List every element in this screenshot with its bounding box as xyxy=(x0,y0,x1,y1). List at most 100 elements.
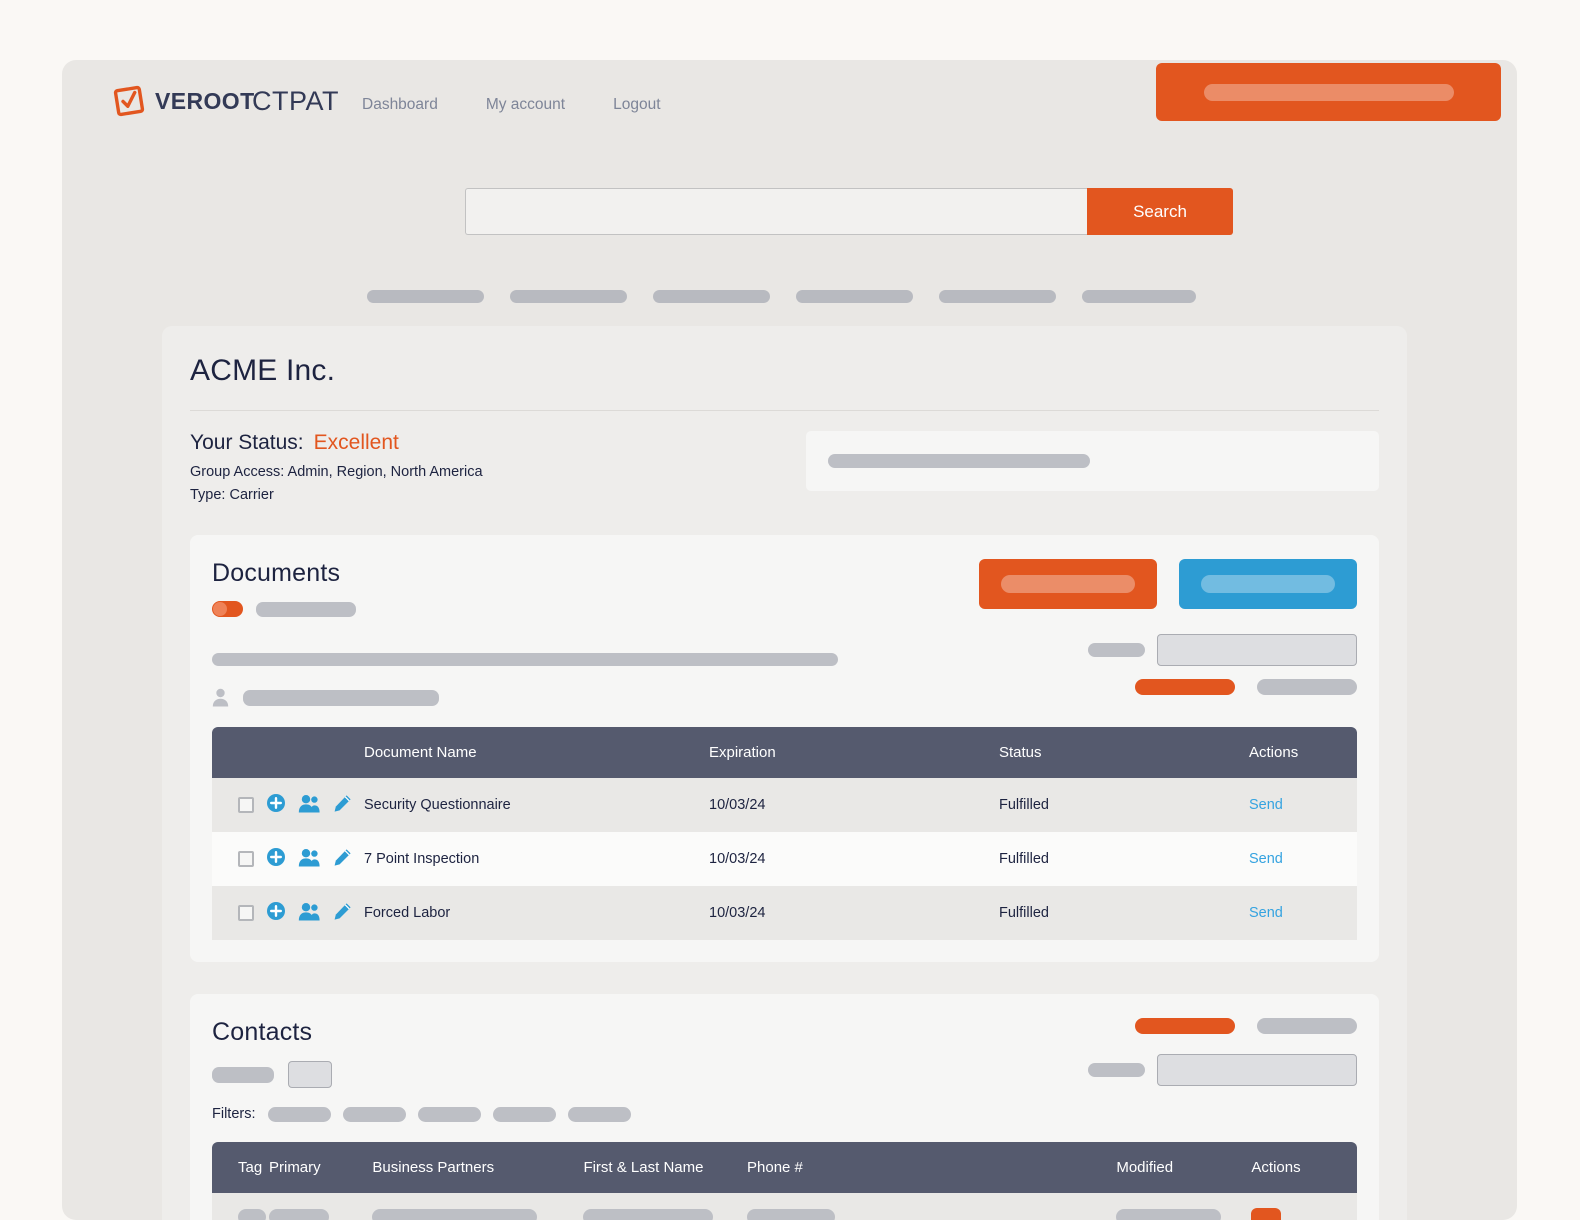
contacts-col-phone: Phone # xyxy=(747,1159,803,1176)
header-action-button[interactable] xyxy=(1156,63,1501,121)
contacts-count-box[interactable] xyxy=(288,1061,332,1088)
nav-item-my-account[interactable]: My account xyxy=(486,96,565,114)
filter-pill-4[interactable] xyxy=(492,1106,556,1122)
contacts-cell-name xyxy=(583,1193,747,1220)
document-name: 7 Point Inspection xyxy=(364,851,480,867)
nav-item-dashboard[interactable]: Dashboard xyxy=(362,96,438,114)
documents-toggle[interactable] xyxy=(212,601,243,617)
documents-table: Document Name Expiration Status Actions xyxy=(212,727,1357,940)
edit-pencil-icon[interactable] xyxy=(333,902,352,925)
documents-title-group: Documents xyxy=(212,559,356,617)
person-icon xyxy=(212,688,229,707)
contacts-header-right xyxy=(1088,1018,1357,1086)
row-checkbox[interactable] xyxy=(238,797,254,813)
contacts-cell-actions xyxy=(1251,1193,1357,1220)
send-link[interactable]: Send xyxy=(1249,797,1283,813)
type-text: Type: Carrier xyxy=(190,487,274,503)
tab-placeholder-1[interactable] xyxy=(367,290,484,303)
documents-col-status: Status xyxy=(999,744,1042,761)
status-section: Your Status: Excellent Group Access: Adm… xyxy=(190,431,1379,503)
table-row[interactable]: Security Questionnaire 10/03/24 Fulfille… xyxy=(212,778,1357,832)
contacts-title: Contacts xyxy=(212,1018,313,1046)
add-circle-icon[interactable] xyxy=(266,847,286,871)
contacts-filters: Filters: xyxy=(212,1106,631,1122)
documents-action-pill-orange[interactable] xyxy=(1135,678,1235,695)
documents-header: Documents xyxy=(212,559,1357,617)
contacts-col-name: First & Last Name xyxy=(583,1159,704,1176)
tab-placeholder-2[interactable] xyxy=(510,290,627,303)
documents-search-input[interactable] xyxy=(1157,633,1357,666)
status-badge: Excellent xyxy=(313,431,399,454)
contacts-table-body xyxy=(212,1193,1357,1220)
contacts-action-pills xyxy=(1088,1018,1357,1034)
document-status: Fulfilled xyxy=(999,851,1049,867)
contacts-toolbar-placeholder xyxy=(212,1066,274,1083)
contacts-cell-modified xyxy=(1116,1193,1251,1220)
send-link[interactable]: Send xyxy=(1249,905,1283,921)
documents-secondary-button[interactable] xyxy=(1179,559,1357,609)
row-checkbox[interactable] xyxy=(238,851,254,867)
contacts-action-pill-orange[interactable] xyxy=(1135,1018,1235,1034)
brand-logo[interactable]: VEROOT xyxy=(112,84,255,118)
contacts-cell-business-partners xyxy=(372,1193,583,1220)
document-name: Forced Labor xyxy=(364,905,451,921)
add-circle-icon[interactable] xyxy=(266,793,286,817)
document-expiration: 10/03/24 xyxy=(709,851,766,867)
people-icon[interactable] xyxy=(298,902,321,925)
documents-col-name: Document Name xyxy=(364,744,477,761)
contacts-title-group: Contacts Filters: xyxy=(212,1018,631,1122)
document-expiration: 10/03/24 xyxy=(709,797,766,813)
app-window: VEROOT CTPAT Dashboard My account Logout… xyxy=(62,60,1517,1220)
edit-pencil-icon[interactable] xyxy=(333,794,352,817)
tab-placeholder-6[interactable] xyxy=(1082,290,1196,303)
filter-pill-2[interactable] xyxy=(342,1106,406,1122)
documents-title: Documents xyxy=(212,559,341,587)
search-button[interactable]: Search xyxy=(1087,188,1233,235)
filter-pill-3[interactable] xyxy=(417,1106,481,1122)
status-line: Your Status: Excellent xyxy=(190,431,718,455)
contacts-col-primary: Primary xyxy=(268,1159,321,1176)
contacts-table-header-row: Tag Primary Business Partners First & La… xyxy=(212,1142,1357,1193)
people-icon[interactable] xyxy=(298,848,321,871)
send-link[interactable]: Send xyxy=(1249,851,1283,867)
documents-table-body: Security Questionnaire 10/03/24 Fulfille… xyxy=(212,778,1357,940)
tab-placeholder-4[interactable] xyxy=(796,290,913,303)
documents-primary-button[interactable] xyxy=(979,559,1157,609)
status-label: Your Status: xyxy=(190,431,304,454)
people-icon[interactable] xyxy=(298,794,321,817)
tab-placeholder-5[interactable] xyxy=(939,290,1056,303)
main-nav: Dashboard My account Logout xyxy=(362,96,661,114)
status-card-placeholder xyxy=(828,454,1091,468)
contacts-cell-tag xyxy=(212,1193,269,1220)
documents-action-pill-gray[interactable] xyxy=(1257,678,1357,695)
filters-label: Filters: xyxy=(212,1106,256,1122)
contacts-table: Tag Primary Business Partners First & La… xyxy=(212,1142,1357,1220)
table-row[interactable] xyxy=(212,1193,1357,1220)
contacts-search-skeleton xyxy=(1088,1054,1357,1086)
toggle-label-placeholder xyxy=(256,601,356,617)
tab-placeholder-3[interactable] xyxy=(653,290,770,303)
filter-pill-1[interactable] xyxy=(267,1106,331,1122)
documents-col-select xyxy=(212,727,364,778)
contacts-search-input[interactable] xyxy=(1157,1054,1357,1086)
table-row[interactable]: Forced Labor 10/03/24 Fulfilled Send xyxy=(212,886,1357,940)
edit-pencil-icon[interactable] xyxy=(333,848,352,871)
documents-col-actions: Actions xyxy=(1249,744,1299,761)
contacts-cell-phone xyxy=(747,1193,1116,1220)
page-title: ACME Inc. xyxy=(190,354,336,387)
row-checkbox[interactable] xyxy=(238,905,254,921)
add-circle-icon[interactable] xyxy=(266,901,286,925)
table-row[interactable]: 7 Point Inspection 10/03/24 Fulfilled Se… xyxy=(212,832,1357,886)
documents-table-header-row: Document Name Expiration Status Actions xyxy=(212,727,1357,778)
nav-item-logout[interactable]: Logout xyxy=(613,96,660,114)
filter-pill-5[interactable] xyxy=(567,1106,631,1122)
documents-subheader-row xyxy=(212,633,1357,666)
search-input[interactable] xyxy=(465,188,1087,235)
document-status: Fulfilled xyxy=(999,905,1049,921)
documents-secondary-button-placeholder xyxy=(1201,575,1335,593)
document-expiration: 10/03/24 xyxy=(709,905,766,921)
contacts-action-pill-gray[interactable] xyxy=(1257,1018,1357,1034)
documents-search-skeleton xyxy=(1088,633,1357,666)
contacts-col-modified: Modified xyxy=(1116,1159,1174,1176)
header-action-placeholder xyxy=(1203,83,1454,101)
